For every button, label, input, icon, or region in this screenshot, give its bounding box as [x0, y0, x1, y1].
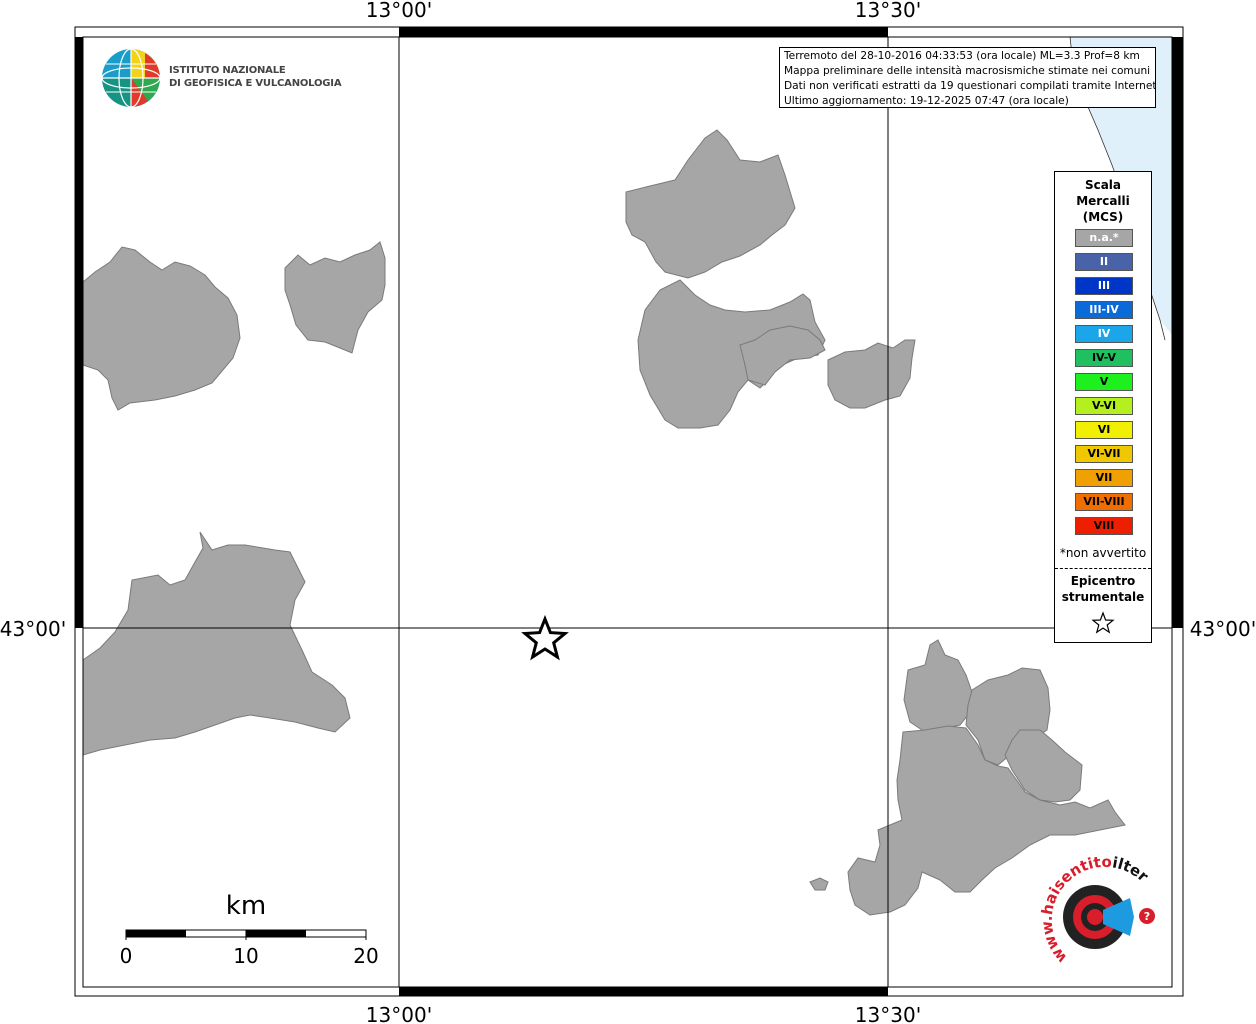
scale-bar-unit: km	[226, 891, 266, 921]
legend-item: II	[1075, 253, 1133, 271]
epicenter-star-icon	[521, 614, 569, 661]
info-line: Terremoto del 28-10-2016 04:33:53 (ora l…	[784, 50, 1140, 62]
mcs-legend: Scala Mercalli (MCS) n.a.* II III III-IV IV I…	[1054, 171, 1152, 643]
legend-item: III-IV	[1075, 301, 1133, 319]
municipality-area	[82, 246, 241, 411]
municipality-area	[903, 639, 973, 733]
info-line: Mappa preliminare delle intensità macros…	[784, 65, 1151, 77]
legend-item: VII	[1075, 469, 1133, 487]
municipality-area	[625, 129, 796, 279]
legend-divider	[1055, 568, 1151, 569]
info-line: Dati non verificati estratti da 19 quest…	[784, 80, 1156, 92]
event-info-box: Terremoto del 28-10-2016 04:33:53 (ora l…	[779, 47, 1156, 108]
legend-item: III	[1075, 277, 1133, 295]
municipality-area	[809, 877, 829, 891]
legend-item: VI	[1075, 421, 1133, 439]
municipality-area	[827, 339, 916, 409]
municipality-area	[82, 531, 351, 756]
legend-item: VII-VIII	[1075, 493, 1133, 511]
scale-label-10: 10	[233, 944, 258, 968]
lat-label-right: 43°00'	[1190, 617, 1256, 641]
legend-item: V-VI	[1075, 397, 1133, 415]
legend-na-note: *non avvertito	[1059, 546, 1147, 560]
lon-label-top-left: 13°00'	[366, 0, 432, 22]
legend-item: IV	[1075, 325, 1133, 343]
municipality-area	[284, 241, 386, 354]
scale-label-20: 20	[353, 944, 378, 968]
lon-label-top-right: 13°30'	[855, 0, 921, 22]
legend-item: V	[1075, 373, 1133, 391]
lon-label-bottom-right: 13°30'	[855, 1003, 921, 1024]
scale-bar: km 0 10 20	[120, 891, 379, 968]
scale-label-0: 0	[120, 944, 133, 968]
legend-item: IV-V	[1075, 349, 1133, 367]
legend-star-icon	[1091, 611, 1115, 634]
ingv-logo-icon	[101, 48, 161, 108]
municipality-areas	[82, 129, 1126, 916]
ingv-line2: DI GEOFISICA E VULCANOLOGIA	[169, 78, 342, 89]
legend-item: VI-VII	[1075, 445, 1133, 463]
ingv-line1: ISTITUTO NAZIONALE	[169, 65, 286, 76]
lon-label-bottom-left: 13°00'	[366, 1003, 432, 1024]
legend-title: Scala Mercalli (MCS)	[1076, 178, 1130, 224]
legend-item: VIII	[1075, 517, 1133, 535]
legend-epicenter-label: Epicentro strumentale	[1061, 574, 1145, 604]
ingv-logo-text: ISTITUTO NAZIONALE DI GEOFISICA E VULCAN…	[169, 64, 342, 90]
info-line: Ultimo aggiornamento: 19-12-2025 07:47 (…	[784, 95, 1069, 107]
legend-item: n.a.*	[1075, 229, 1133, 247]
svg-text:?: ?	[1144, 910, 1150, 923]
lat-label-left: 43°00'	[0, 617, 66, 641]
